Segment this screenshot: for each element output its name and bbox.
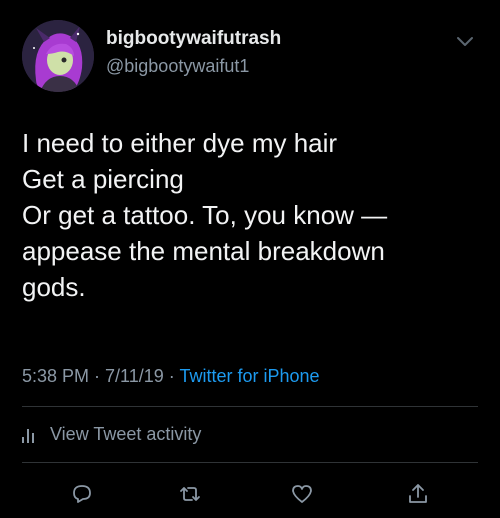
tweet-text: I need to either dye my hair Get a pierc… bbox=[22, 125, 482, 305]
divider bbox=[22, 406, 478, 407]
meta-separator: · bbox=[163, 366, 180, 386]
activity-label: View Tweet activity bbox=[50, 424, 202, 444]
reply-icon bbox=[73, 485, 91, 503]
reply-button[interactable] bbox=[66, 478, 98, 510]
meta-separator: · bbox=[89, 366, 106, 386]
more-options-button[interactable] bbox=[456, 36, 474, 48]
user-handle[interactable]: @bigbootywaifut1 bbox=[106, 54, 281, 78]
heart-icon bbox=[292, 485, 312, 503]
tweet-text-line: Get a piercing bbox=[22, 164, 184, 194]
view-tweet-activity-link[interactable]: View Tweet activity bbox=[22, 424, 201, 445]
avatar-image bbox=[22, 20, 94, 92]
tweet-text-line: Or get a tattoo. To, you know — bbox=[22, 200, 388, 230]
tweet-time[interactable]: 5:38 PM bbox=[22, 366, 89, 386]
chevron-down-icon bbox=[457, 37, 473, 46]
divider bbox=[22, 462, 478, 463]
tweet-text-line: gods. bbox=[22, 272, 86, 302]
tweet-text-line: I need to either dye my hair bbox=[22, 128, 338, 158]
display-name[interactable]: bigbootywaifutrash bbox=[106, 27, 281, 51]
share-icon bbox=[409, 484, 427, 503]
like-button[interactable] bbox=[286, 478, 318, 510]
tweet-text-line: appease the mental breakdown bbox=[22, 236, 385, 266]
tweet-source-link[interactable]: Twitter for iPhone bbox=[179, 366, 319, 386]
author-block[interactable]: bigbootywaifutrash @bigbootywaifut1 bbox=[106, 27, 281, 78]
bar-chart-icon bbox=[22, 427, 38, 443]
tweet-actions-bar bbox=[0, 478, 500, 510]
tweet-metadata: 5:38 PM · 7/11/19 · Twitter for iPhone bbox=[22, 364, 320, 388]
tweet-card: bigbootywaifutrash @bigbootywaifut1 I ne… bbox=[0, 0, 500, 518]
retweet-icon bbox=[180, 487, 200, 501]
retweet-button[interactable] bbox=[174, 478, 206, 510]
share-button[interactable] bbox=[402, 478, 434, 510]
tweet-date[interactable]: 7/11/19 bbox=[105, 366, 164, 386]
avatar[interactable] bbox=[22, 20, 94, 92]
